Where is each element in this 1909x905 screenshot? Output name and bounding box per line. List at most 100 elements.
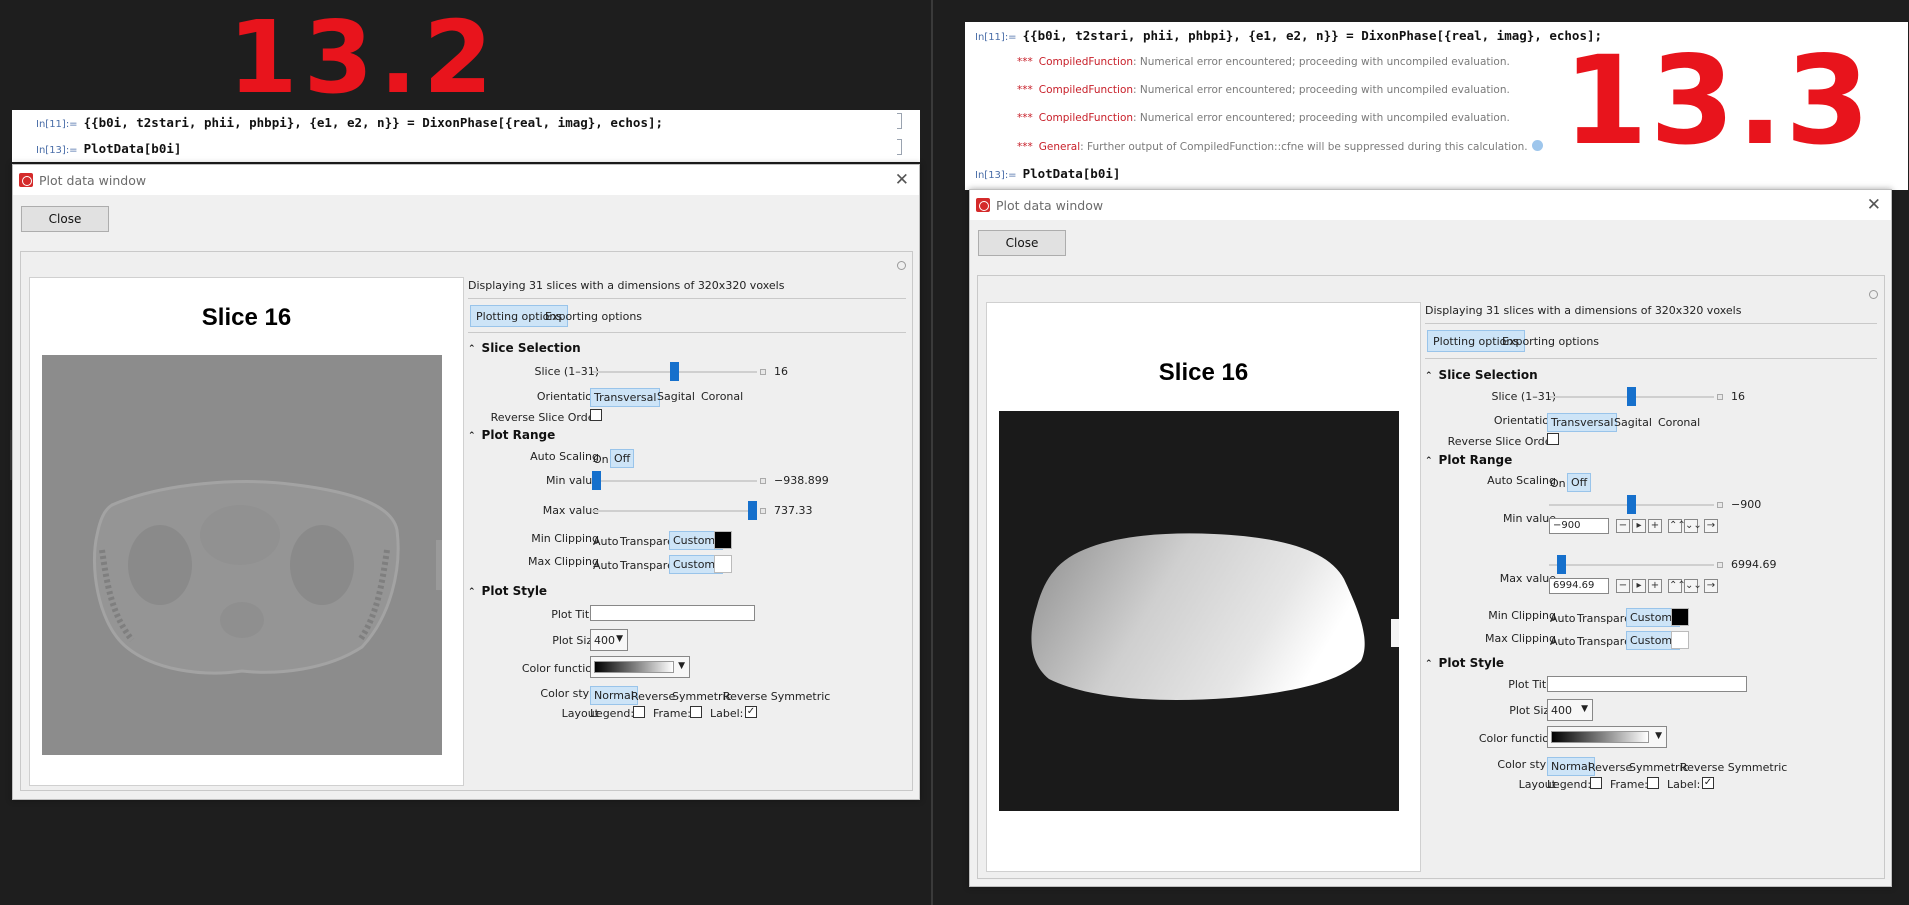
min-play-button[interactable]: ▸: [1632, 519, 1646, 533]
max-decrement-button[interactable]: −: [1616, 579, 1630, 593]
notebook-cells: In[11]:= {{b0i, t2stari, phii, phbpi}, {e…: [12, 110, 920, 162]
version-annotation: 13.3: [1563, 30, 1873, 172]
color-style-reverse-symmetric[interactable]: Reverse Symmetric: [1677, 759, 1790, 776]
color-gradient-preview: [1551, 731, 1649, 743]
color-style-reverse-symmetric[interactable]: Reverse Symmetric: [720, 688, 833, 705]
color-function-dropdown[interactable]: ▼: [1547, 726, 1667, 748]
reverse-slice-label: Reverse Slice Order: [1447, 435, 1556, 448]
tab-exporting-options[interactable]: Exporting options: [1497, 330, 1604, 352]
window-titlebar[interactable]: Plot data window ✕: [970, 190, 1891, 220]
legend-checkbox[interactable]: [1590, 777, 1602, 789]
reverse-slice-checkbox[interactable]: [590, 409, 602, 421]
plot-style-header[interactable]: ⌃ Plot Style: [468, 584, 547, 598]
label-checkbox-checked[interactable]: ✓: [1702, 777, 1714, 789]
max-clip-color-swatch[interactable]: [1671, 631, 1689, 649]
auto-scaling-on[interactable]: On: [1547, 475, 1569, 492]
min-value-slider[interactable]: [592, 480, 757, 482]
label-label: Label:: [1667, 778, 1701, 791]
input-cell[interactable]: In[11]:= {{b0i, t2stari, phii, phbpi}, {e…: [36, 115, 663, 130]
max-value-slider-thumb[interactable]: [748, 501, 757, 520]
plot-range-header[interactable]: ⌃ Plot Range: [1425, 453, 1512, 467]
min-value-slider-thumb[interactable]: [592, 471, 601, 490]
frame-checkbox[interactable]: [690, 706, 702, 718]
close-icon[interactable]: ✕: [1867, 195, 1881, 215]
max-value-input[interactable]: 6994.69: [1549, 578, 1609, 594]
tab-exporting-options[interactable]: Exporting options: [540, 305, 647, 327]
min-value-input[interactable]: −900: [1549, 518, 1609, 534]
min-clip-color-swatch[interactable]: [714, 531, 732, 549]
slice-value: 16: [774, 365, 788, 378]
plot-data-window: Plot data window ✕ Close Slice 16 Displa…: [969, 189, 1892, 887]
min-clip-color-swatch[interactable]: [1671, 608, 1689, 626]
max-increment-button[interactable]: +: [1648, 579, 1662, 593]
auto-scaling-off[interactable]: Off: [610, 449, 635, 468]
close-icon[interactable]: ✕: [895, 170, 909, 190]
label-label: Label:: [710, 707, 744, 720]
max-play-button[interactable]: ▸: [1632, 579, 1646, 593]
max-faster-button[interactable]: ⌃⌃: [1668, 579, 1686, 593]
slice-label: Slice (1–31): [1491, 390, 1557, 403]
orientation-transversal[interactable]: Transversal: [1547, 413, 1618, 432]
slider-expand-icon[interactable]: [1717, 562, 1723, 568]
max-value-readout: 737.33: [774, 504, 813, 517]
orientation-sagital[interactable]: Sagital: [1611, 414, 1655, 431]
color-function-dropdown[interactable]: ▼: [590, 656, 690, 678]
max-value-label: Max value: [542, 504, 599, 517]
mathematica-icon: [19, 173, 33, 187]
window-titlebar[interactable]: Plot data window ✕: [13, 165, 919, 195]
slice-selection-header[interactable]: ⌃ Slice Selection: [1425, 368, 1538, 382]
reverse-slice-label: Reverse Slice Order: [490, 411, 599, 424]
max-direction-button[interactable]: →: [1704, 579, 1718, 593]
plot-size-dropdown[interactable]: 400 ▼: [1547, 699, 1593, 721]
frame-label: Frame:: [653, 707, 691, 720]
slider-expand-icon[interactable]: [1717, 502, 1723, 508]
min-increment-button[interactable]: +: [1648, 519, 1662, 533]
slider-expand-icon[interactable]: [1717, 394, 1723, 400]
info-icon[interactable]: [1531, 140, 1543, 151]
auto-scaling-off[interactable]: Off: [1567, 473, 1592, 492]
input-cell[interactable]: In[11]:= {{b0i, t2stari, phii, phbpi}, {e…: [975, 28, 1602, 43]
max-value-slider[interactable]: [592, 510, 757, 512]
slider-expand-icon[interactable]: [760, 478, 766, 484]
label-checkbox-checked[interactable]: ✓: [745, 706, 757, 718]
plot-title-input[interactable]: [1547, 676, 1747, 692]
slice-slider-thumb[interactable]: [670, 362, 679, 381]
min-direction-button[interactable]: →: [1704, 519, 1718, 533]
max-value-slider[interactable]: [1549, 564, 1714, 566]
error-message: *** CompiledFunction: Numerical error enc…: [1017, 84, 1510, 96]
input-cell[interactable]: In[13]:= PlotData[b0i]: [975, 166, 1120, 181]
legend-label: Legend:: [590, 707, 635, 720]
cell-bracket[interactable]: [897, 113, 902, 129]
slider-expand-icon[interactable]: [760, 508, 766, 514]
min-value-readout: −938.899: [774, 474, 829, 487]
plot-title-input[interactable]: [590, 605, 755, 621]
plot-range-header[interactable]: ⌃ Plot Range: [468, 428, 555, 442]
plot-size-dropdown[interactable]: 400 ▼: [590, 629, 628, 651]
slice-slider-thumb[interactable]: [1627, 387, 1636, 406]
frame-checkbox[interactable]: [1647, 777, 1659, 789]
right-pane-13-3: In[11]:= {{b0i, t2stari, phii, phbpi}, {e…: [933, 0, 1909, 905]
max-slower-button[interactable]: ⌄⌄: [1684, 579, 1702, 593]
min-decrement-button[interactable]: −: [1616, 519, 1630, 533]
slider-expand-icon[interactable]: [760, 369, 766, 375]
orientation-coronal[interactable]: Coronal: [698, 388, 746, 405]
auto-scaling-on[interactable]: On: [590, 451, 612, 468]
slice-selection-header[interactable]: ⌃ Slice Selection: [468, 341, 581, 355]
input-cell[interactable]: In[13]:= PlotData[b0i]: [36, 141, 181, 156]
orientation-sagital[interactable]: Sagital: [654, 388, 698, 405]
pelvis-phase-image: [92, 480, 442, 675]
frame-label: Frame:: [1610, 778, 1648, 791]
min-slower-button[interactable]: ⌄⌄: [1684, 519, 1702, 533]
max-clip-color-swatch[interactable]: [714, 555, 732, 573]
orientation-transversal[interactable]: Transversal: [590, 388, 661, 407]
close-button[interactable]: Close: [978, 230, 1066, 256]
min-faster-button[interactable]: ⌃⌃: [1668, 519, 1686, 533]
cell-bracket[interactable]: [897, 139, 902, 155]
min-value-slider-thumb[interactable]: [1627, 495, 1636, 514]
legend-checkbox[interactable]: [633, 706, 645, 718]
plot-style-header[interactable]: ⌃ Plot Style: [1425, 656, 1504, 670]
max-value-slider-thumb[interactable]: [1556, 555, 1566, 574]
close-button[interactable]: Close: [21, 206, 109, 232]
orientation-coronal[interactable]: Coronal: [1655, 414, 1703, 431]
reverse-slice-checkbox[interactable]: [1547, 433, 1559, 445]
